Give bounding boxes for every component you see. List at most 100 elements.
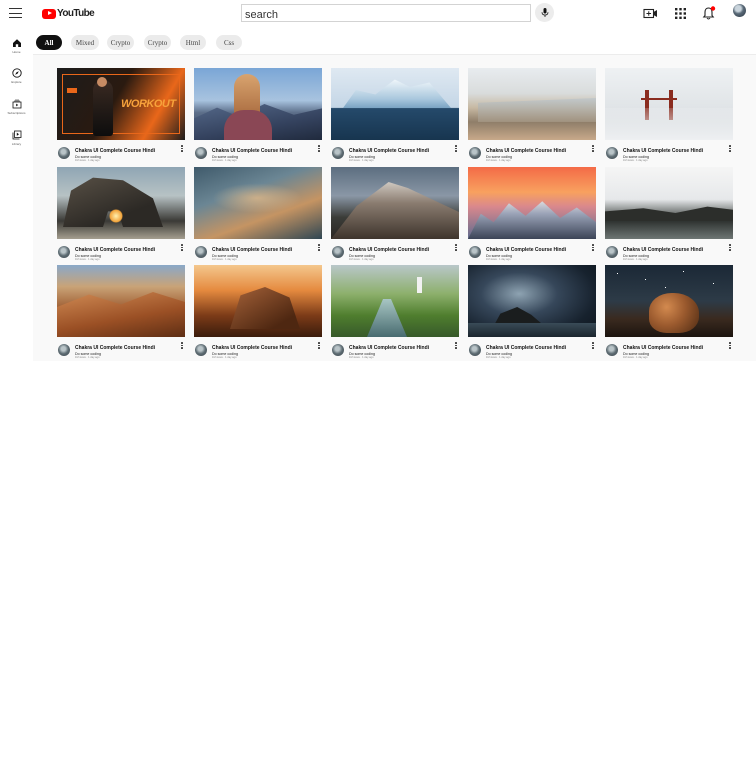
chip-css[interactable]: Css [216,35,242,50]
video-title[interactable]: Chakra UI Complete Course Hindi [486,345,566,351]
more-options-icon[interactable] [728,145,732,155]
more-options-icon[interactable] [454,244,458,254]
video-thumbnail[interactable] [331,68,459,140]
channel-avatar[interactable] [469,147,481,159]
video-title[interactable]: Chakra UI Complete Course Hindi [75,247,155,253]
video-title[interactable]: Chakra UI Complete Course Hindi [212,148,292,154]
chip-all[interactable]: All [36,35,62,50]
video-card[interactable]: Chakra UI Complete Course Hindi Do some … [468,265,596,359]
channel-avatar[interactable] [195,147,207,159]
more-options-icon[interactable] [591,244,595,254]
video-card[interactable]: Chakra UI Complete Course Hindi Do some … [468,68,596,162]
video-thumbnail[interactable] [331,167,459,239]
video-thumbnail[interactable] [194,68,322,140]
more-options-icon[interactable] [317,342,321,352]
video-thumbnail[interactable] [194,265,322,337]
more-options-icon[interactable] [180,342,184,352]
apps-button[interactable] [673,6,688,21]
video-card[interactable]: Chakra UI Complete Course Hindi Do some … [194,167,322,261]
channel-avatar[interactable] [606,246,618,258]
more-options-icon[interactable] [454,342,458,352]
video-title[interactable]: Chakra UI Complete Course Hindi [623,247,703,253]
top-header: YouTube [0,0,756,30]
more-options-icon[interactable] [180,145,184,155]
video-thumbnail[interactable] [605,167,733,239]
more-options-icon[interactable] [591,145,595,155]
sidebar-item-library[interactable]: Library [0,130,33,156]
channel-avatar[interactable] [58,246,70,258]
sidebar-item-home[interactable]: Home [0,38,33,64]
video-card[interactable]: Chakra UI Complete Course Hindi Do some … [194,68,322,162]
more-options-icon[interactable] [454,145,458,155]
video-title[interactable]: Chakra UI Complete Course Hindi [75,148,155,154]
video-card[interactable]: Chakra UI Complete Course Hindi Do some … [468,167,596,261]
video-card[interactable]: Chakra UI Complete Course Hindi Do some … [605,68,733,162]
youtube-play-icon [42,8,56,19]
chip-mixed[interactable]: Mixed [71,35,99,50]
channel-avatar[interactable] [332,344,344,356]
video-thumbnail[interactable] [57,167,185,239]
channel-avatar[interactable] [606,147,618,159]
video-title[interactable]: Chakra UI Complete Course Hindi [623,345,703,351]
video-card[interactable]: Chakra UI Complete Course Hindi Do some … [331,167,459,261]
more-options-icon[interactable] [728,244,732,254]
video-title[interactable]: Chakra UI Complete Course Hindi [349,247,429,253]
video-card[interactable]: Chakra UI Complete Course Hindi Do some … [605,265,733,359]
video-card[interactable]: Chakra UI Complete Course Hindi Do some … [331,68,459,162]
channel-avatar[interactable] [58,344,70,356]
channel-avatar[interactable] [195,246,207,258]
video-meta: 1M views · 1 day ago [623,356,648,359]
channel-avatar[interactable] [606,344,618,356]
voice-search-button[interactable] [535,3,554,22]
video-thumbnail[interactable] [468,167,596,239]
video-card[interactable]: Chakra UI Complete Course Hindi Do some … [57,167,185,261]
channel-avatar[interactable] [332,147,344,159]
search-input[interactable] [242,7,530,23]
filter-chips-bar: All Mixed Crypto Crypto Html Css [33,30,756,55]
video-title[interactable]: Chakra UI Complete Course Hindi [623,148,703,154]
more-options-icon[interactable] [728,342,732,352]
channel-avatar[interactable] [195,344,207,356]
video-card[interactable]: Chakra UI Complete Course Hindi Do some … [194,265,322,359]
more-options-icon[interactable] [591,342,595,352]
video-thumbnail[interactable]: WORKOUT [57,68,185,140]
sidebar-item-explore[interactable]: Explore [0,68,33,94]
video-title[interactable]: Chakra UI Complete Course Hindi [486,247,566,253]
video-title[interactable]: Chakra UI Complete Course Hindi [212,345,292,351]
video-thumbnail[interactable] [605,265,733,337]
sidebar-item-subscriptions[interactable]: Subscriptions [0,99,33,125]
video-title[interactable]: Chakra UI Complete Course Hindi [349,148,429,154]
video-card[interactable]: WORKOUT Chakra UI Complete Course Hindi … [57,68,185,162]
more-options-icon[interactable] [317,145,321,155]
video-thumbnail[interactable] [605,68,733,140]
user-avatar[interactable] [733,4,746,17]
video-thumbnail[interactable] [331,265,459,337]
video-title[interactable]: Chakra UI Complete Course Hindi [486,148,566,154]
video-card[interactable]: Chakra UI Complete Course Hindi Do some … [605,167,733,261]
video-thumbnail[interactable] [194,167,322,239]
notifications-button[interactable] [701,6,716,21]
search-box[interactable] [241,4,531,23]
hamburger-menu-icon[interactable] [9,8,22,18]
channel-avatar[interactable] [58,147,70,159]
chip-html[interactable]: Html [180,35,206,50]
chip-crypto[interactable]: Crypto [144,35,171,50]
channel-avatar[interactable] [469,344,481,356]
more-options-icon[interactable] [180,244,184,254]
video-card[interactable]: Chakra UI Complete Course Hindi Do some … [57,265,185,359]
chip-crypto[interactable]: Crypto [107,35,134,50]
logo-text: YouTube [57,8,95,19]
create-video-button[interactable] [643,6,658,21]
video-card[interactable]: Chakra UI Complete Course Hindi Do some … [331,265,459,359]
video-thumbnail[interactable] [468,265,596,337]
video-title[interactable]: Chakra UI Complete Course Hindi [212,247,292,253]
youtube-logo[interactable]: YouTube [42,8,95,19]
video-title[interactable]: Chakra UI Complete Course Hindi [75,345,155,351]
video-thumbnail[interactable] [57,265,185,337]
channel-avatar[interactable] [469,246,481,258]
channel-avatar[interactable] [332,246,344,258]
video-title[interactable]: Chakra UI Complete Course Hindi [349,345,429,351]
video-thumbnail[interactable] [468,68,596,140]
more-options-icon[interactable] [317,244,321,254]
subscriptions-icon [12,99,21,109]
